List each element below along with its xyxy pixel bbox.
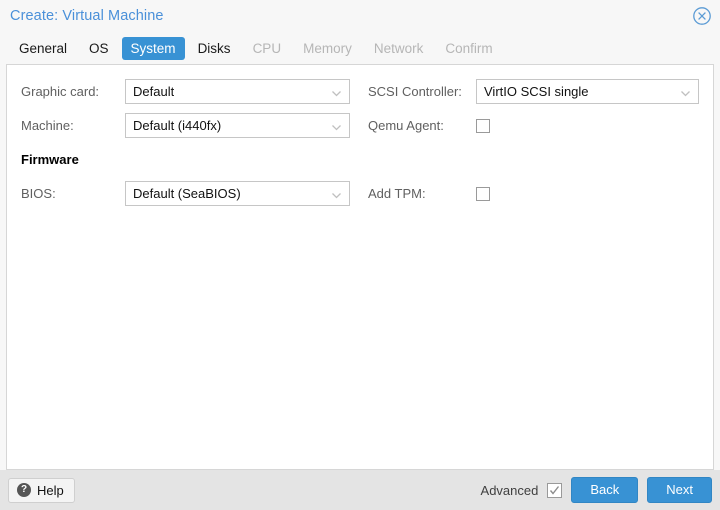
qemu-agent-checkbox[interactable] <box>476 118 490 133</box>
tab-memory: Memory <box>303 40 352 56</box>
help-button-label: Help <box>37 482 64 498</box>
chevron-down-icon <box>331 188 342 199</box>
dialog-titlebar: Create: Virtual Machine <box>0 0 720 32</box>
chevron-down-icon <box>331 120 342 131</box>
wizard-tabbar: General OS System Disks CPU Memory Netwo… <box>0 32 720 64</box>
next-button[interactable]: Next <box>647 477 712 503</box>
question-mark-icon: ? <box>17 483 31 497</box>
add-tpm-checkbox[interactable] <box>476 186 490 201</box>
chevron-down-icon <box>680 86 691 97</box>
tab-disks[interactable]: Disks <box>189 37 240 60</box>
checkmark-icon <box>550 485 560 495</box>
dialog-title: Create: Virtual Machine <box>10 8 164 24</box>
tab-confirm: Confirm <box>445 40 493 56</box>
graphic-card-select[interactable]: Default <box>125 79 350 104</box>
tab-os[interactable]: OS <box>80 37 118 60</box>
footer-actions: Advanced Back Next <box>481 477 712 503</box>
tab-general[interactable]: General <box>10 37 76 60</box>
scsi-controller-row: SCSI Controller: VirtIO SCSI single <box>368 77 699 106</box>
close-icon[interactable] <box>692 6 712 26</box>
chevron-down-icon <box>331 86 342 97</box>
add-tpm-label: Add TPM: <box>368 186 426 201</box>
bios-row: BIOS: Default (SeaBIOS) <box>21 179 350 208</box>
form-columns: Graphic card: Default Machine: Default (… <box>7 65 713 213</box>
add-tpm-row: Add TPM: <box>368 179 699 208</box>
advanced-checkbox[interactable] <box>547 482 563 498</box>
tab-network: Network <box>373 40 424 56</box>
right-column-spacer <box>368 145 699 174</box>
advanced-label: Advanced <box>480 482 539 498</box>
scsi-controller-value: VirtIO SCSI single <box>484 84 589 99</box>
scsi-controller-label: SCSI Controller: <box>368 84 462 99</box>
firmware-section-header: Firmware <box>21 152 79 167</box>
graphic-card-label: Graphic card: <box>21 84 100 99</box>
form-column-right: SCSI Controller: VirtIO SCSI single Qemu… <box>360 77 713 213</box>
machine-select[interactable]: Default (i440fx) <box>125 113 350 138</box>
qemu-agent-label: Qemu Agent: <box>368 118 444 133</box>
dialog-footer: ? Help Advanced Back Next <box>0 470 720 510</box>
scsi-controller-select[interactable]: VirtIO SCSI single <box>476 79 699 104</box>
machine-value: Default (i440fx) <box>133 118 222 133</box>
tab-system[interactable]: System <box>121 36 185 60</box>
machine-row: Machine: Default (i440fx) <box>21 111 350 140</box>
graphic-card-row: Graphic card: Default <box>21 77 350 106</box>
help-button[interactable]: ? Help <box>8 477 75 503</box>
machine-label: Machine: <box>21 118 74 133</box>
form-column-left: Graphic card: Default Machine: Default (… <box>7 77 360 213</box>
bios-select[interactable]: Default (SeaBIOS) <box>125 181 350 206</box>
tab-cpu: CPU <box>252 40 282 56</box>
system-settings-panel: Graphic card: Default Machine: Default (… <box>6 64 714 470</box>
bios-value: Default (SeaBIOS) <box>133 186 241 201</box>
qemu-agent-row: Qemu Agent: <box>368 111 699 140</box>
back-button[interactable]: Back <box>571 477 639 503</box>
create-vm-dialog: Create: Virtual Machine General OS Syste… <box>0 0 720 510</box>
graphic-card-value: Default <box>133 84 175 99</box>
bios-label: BIOS: <box>21 186 56 201</box>
